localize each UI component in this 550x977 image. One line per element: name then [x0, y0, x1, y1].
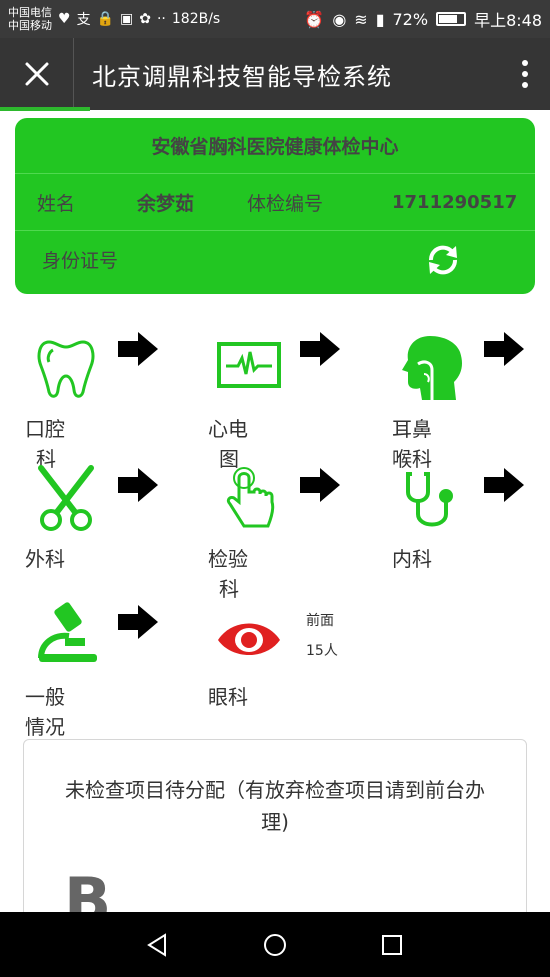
close-icon	[25, 62, 48, 86]
name-label: 姓名	[37, 192, 76, 215]
exam-id-value: 1711290517	[392, 191, 518, 213]
exam-id-label: 体检编号	[247, 192, 324, 215]
carrier-info: 中国电信 中国移动	[8, 6, 52, 32]
status-bar: 中国电信 中国移动 ♥ 支 🔒 ▣ ✿ ·· 182B/s ⏰ ◉ ≋ ▮ 72…	[0, 0, 550, 38]
hospital-name: 安徽省胸科医院健康体检中心	[15, 118, 535, 174]
id-card-label: 身份证号	[42, 250, 119, 272]
dept-label: 检验科	[208, 547, 248, 601]
media-icon: ▣	[120, 11, 134, 27]
battery-percent: 72%	[392, 9, 429, 29]
arrow-right-icon	[484, 468, 524, 502]
patient-row: 姓名 余梦茹 体检编号 1711290517	[15, 174, 535, 231]
android-nav-bar	[0, 912, 550, 977]
ent-head-icon	[402, 336, 462, 400]
arrow-right-icon	[484, 332, 524, 366]
alarm-icon: ⏰	[304, 9, 325, 29]
network-speed: 182B/s	[171, 11, 221, 27]
carrier-2: 中国移动	[8, 19, 52, 32]
tooth-icon	[37, 340, 95, 398]
patient-info-card: 安徽省胸科医院健康体检中心 姓名 余梦茹 体检编号 1711290517 身份证…	[15, 118, 535, 294]
stethoscope-icon	[406, 472, 453, 527]
arrow-right-icon	[300, 332, 340, 366]
title-bar: 北京调鼎科技智能导检系统	[0, 38, 550, 110]
dept-label: 内科	[392, 547, 432, 571]
microscope-icon	[38, 602, 97, 662]
ecg-monitor-icon	[217, 342, 281, 388]
home-icon[interactable]	[262, 932, 288, 958]
clock: 早上8:48	[474, 11, 542, 30]
queue-label: 前面	[306, 613, 334, 629]
system-icons: ⏰ ◉ ≋ ▮ 72% 早上8:48	[304, 7, 542, 31]
battery-icon	[436, 12, 467, 26]
dept-label: 一般 情况	[25, 685, 65, 739]
carrier-1: 中国电信	[8, 6, 52, 19]
more-menu-button[interactable]	[500, 38, 550, 110]
notice-text: 未检查项目待分配（有放弃检查项目请到前台办理)	[65, 778, 485, 834]
lock-icon: 🔒	[96, 11, 114, 27]
eye-care-icon: ◉	[332, 9, 347, 29]
page-title: 北京调鼎科技智能导检系统	[92, 62, 392, 91]
dept-label: 眼科	[208, 685, 248, 709]
pending-notice: 未检查项目待分配（有放弃检查项目请到前台办理) B	[23, 739, 527, 939]
refresh-icon[interactable]	[423, 240, 463, 280]
queue-status: 前面 15人	[306, 606, 338, 666]
queue-count: 15人	[306, 643, 338, 659]
id-card-row: 身份证号	[15, 231, 535, 288]
arrow-right-icon	[118, 605, 158, 639]
notification-icons: ♥ 支 🔒 ▣ ✿ ·· 182B/s	[58, 9, 220, 29]
more-dots-icon: ··	[156, 11, 166, 27]
close-button[interactable]	[0, 38, 74, 110]
heart-rate-icon: ♥	[58, 11, 71, 27]
dept-label: 外科	[25, 547, 65, 571]
signal-icon: ▮	[375, 9, 385, 29]
wifi-icon: ≋	[354, 9, 368, 29]
name-value: 余梦茹	[137, 192, 195, 215]
more-vertical-icon	[522, 60, 528, 88]
arrow-right-icon	[118, 468, 158, 502]
scissors-icon	[38, 465, 94, 531]
alipay-icon: 支	[76, 12, 91, 28]
back-icon[interactable]	[145, 932, 171, 958]
arrow-right-icon	[118, 332, 158, 366]
baidu-icon: ✿	[139, 11, 151, 27]
page-load-progress	[0, 107, 90, 111]
arrow-right-icon	[300, 468, 340, 502]
finger-tap-icon	[226, 467, 275, 528]
recents-icon[interactable]	[379, 932, 405, 958]
eye-icon	[218, 623, 280, 655]
